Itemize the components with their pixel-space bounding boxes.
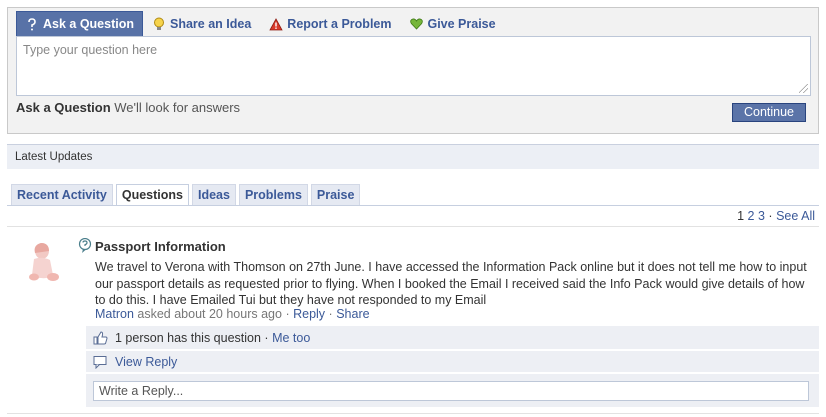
- write-reply-input[interactable]: Write a Reply...: [93, 380, 809, 401]
- me-too-link[interactable]: Me too: [272, 331, 310, 345]
- pagination: 1 2 3 · See All: [737, 209, 815, 223]
- tab-report-problem-label: Report a Problem: [287, 17, 392, 31]
- post-author-link[interactable]: Matron: [95, 307, 134, 321]
- question-count-text: 1 person has this question: [115, 330, 261, 345]
- tab-share-idea-label: Share an Idea: [170, 17, 252, 31]
- continue-button[interactable]: Continue: [732, 103, 806, 122]
- latest-updates-title: Latest Updates: [15, 151, 93, 163]
- tab-share-idea[interactable]: Share an Idea: [143, 11, 260, 37]
- pager-divider: [7, 226, 819, 227]
- see-all-link[interactable]: See All: [776, 209, 815, 223]
- post-body: We travel to Verona with Thomson on 27th…: [95, 260, 807, 307]
- page-link-3[interactable]: 3: [758, 209, 765, 223]
- tab-give-praise-label: Give Praise: [427, 17, 496, 31]
- question-count-row: 1 person has this question · Me too: [86, 326, 819, 350]
- share-link[interactable]: Share: [336, 307, 369, 321]
- heart-icon: [409, 17, 423, 31]
- reply-link[interactable]: Reply: [293, 307, 325, 321]
- meta-separator: ·: [328, 307, 333, 321]
- composer-footer-title: Ask a Question: [16, 100, 111, 115]
- page-current: 1: [737, 209, 745, 223]
- page-link-2[interactable]: 2: [748, 209, 755, 223]
- tabs-divider: [7, 205, 819, 206]
- tab-questions[interactable]: Questions: [115, 184, 189, 206]
- lightbulb-icon: [152, 17, 166, 31]
- tab-recent-activity[interactable]: Recent Activity: [11, 184, 113, 206]
- composer-panel: Ask a Question Share an Idea Report a Pr…: [7, 7, 819, 134]
- question-textarea[interactable]: Type your question here: [16, 36, 811, 96]
- resize-grip-icon[interactable]: [799, 84, 808, 93]
- view-reply-row[interactable]: View Reply: [86, 351, 819, 373]
- post-divider: [7, 413, 819, 414]
- tab-ideas[interactable]: Ideas: [191, 184, 236, 206]
- question-icon: [25, 17, 39, 31]
- tab-report-problem[interactable]: Report a Problem: [260, 11, 400, 37]
- tab-problems[interactable]: Problems: [238, 184, 308, 206]
- count-separator: ·: [264, 330, 269, 345]
- latest-updates-header: Latest Updates: [7, 144, 819, 169]
- composer-footer-subtitle: We'll look for answers: [114, 100, 241, 115]
- post-meta: Matron asked about 20 hours ago · Reply …: [95, 307, 370, 321]
- meta-separator: ·: [285, 307, 290, 321]
- updates-filter-tabs: Recent Activity Questions Ideas Problems…: [11, 184, 363, 206]
- composer-tabs: Ask a Question Share an Idea Report a Pr…: [16, 11, 505, 37]
- thumbs-up-icon: [93, 330, 109, 345]
- tab-ask-question-label: Ask a Question: [43, 17, 134, 31]
- post-timestamp: asked about 20 hours ago: [137, 307, 282, 321]
- avatar[interactable]: [23, 239, 63, 284]
- tab-give-praise[interactable]: Give Praise: [400, 11, 504, 37]
- question-placeholder: Type your question here: [23, 43, 158, 57]
- view-reply-link[interactable]: View Reply: [115, 355, 177, 369]
- pager-separator: ·: [768, 209, 773, 223]
- warning-icon: [269, 17, 283, 31]
- question-post-icon: [78, 237, 92, 254]
- tab-ask-question[interactable]: Ask a Question: [16, 11, 143, 37]
- write-reply-row: Write a Reply...: [86, 374, 819, 407]
- tab-praise[interactable]: Praise: [310, 184, 361, 206]
- composer-footer: Ask a Question We'll look for answers: [16, 100, 240, 115]
- comment-icon: [93, 355, 109, 369]
- post-title[interactable]: Passport Information: [95, 239, 226, 254]
